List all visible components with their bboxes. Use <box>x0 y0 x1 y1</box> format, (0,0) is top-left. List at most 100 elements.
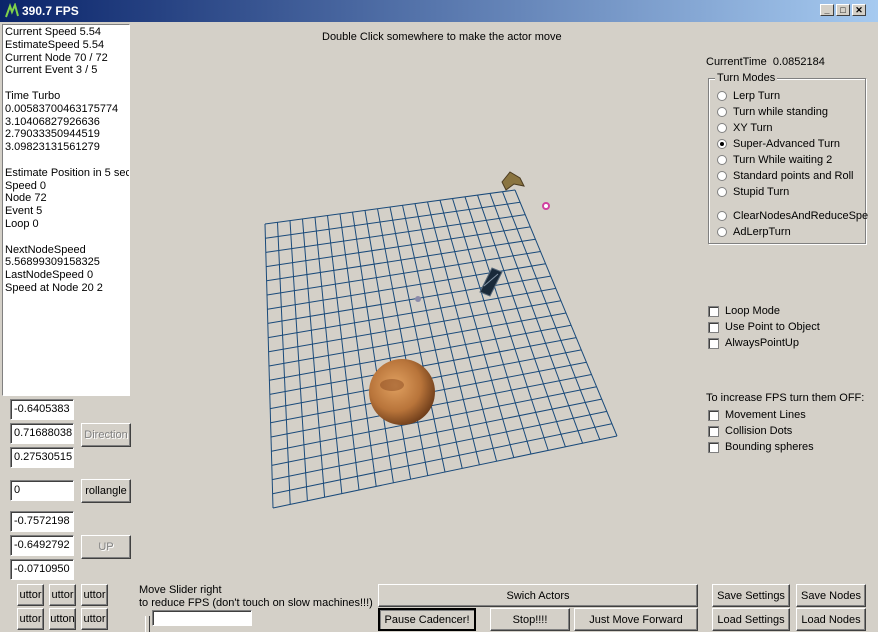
up-button[interactable]: UP <box>81 535 131 559</box>
info-line: 2.79033350944519 <box>5 128 100 141</box>
info-line: Current Speed 5.54 <box>5 26 102 38</box>
direction-x-input[interactable]: -0.6405383 <box>10 399 74 420</box>
grid-line <box>272 423 613 495</box>
info-line <box>5 77 127 90</box>
turn-mode-label: Lerp Turn <box>733 90 781 102</box>
checkbox-icon[interactable] <box>708 321 719 333</box>
radio-dot-icon[interactable] <box>717 107 727 117</box>
option-checkbox[interactable]: Use Point to Object <box>708 320 820 334</box>
checkbox-icon[interactable] <box>708 425 719 437</box>
save-settings-button[interactable]: Save Settings <box>712 584 790 607</box>
small-button-4[interactable]: uttor <box>17 608 44 630</box>
info-line: 3.09823131561279 <box>5 141 100 154</box>
viewport-hint: Double Click somewhere to make the actor… <box>322 31 562 43</box>
fps-option-label: Movement Lines <box>725 409 806 421</box>
radio-dot-icon[interactable] <box>717 123 727 133</box>
slider-hint-line2: to reduce FPS (don't touch on slow machi… <box>139 597 373 609</box>
info-line <box>5 154 127 167</box>
checkbox-icon[interactable] <box>708 337 719 349</box>
up-x-input[interactable]: -0.7572198 <box>10 511 74 532</box>
fps-option-checkbox[interactable]: Collision Dots <box>708 424 792 438</box>
planet-spot <box>380 379 404 391</box>
direction-button[interactable]: Direction <box>81 423 131 447</box>
load-nodes-button[interactable]: Load Nodes <box>796 608 866 631</box>
direction-z-input[interactable]: 0.27530515 <box>10 447 74 468</box>
fps-option-checkbox[interactable]: Bounding spheres <box>708 440 814 454</box>
small-button-3[interactable]: uttor <box>81 584 108 606</box>
slider-hint-line1: Move Slider right <box>139 584 222 596</box>
app-icon <box>5 3 19 18</box>
info-panel: Current Speed 5.54 EstimateSpeed 5.54 Curr… <box>2 24 130 396</box>
turn-mode-radio[interactable]: AdLerpTurn <box>717 225 791 239</box>
turn-modes-group: Turn Modes Lerp Turn Turn while standing X… <box>708 72 868 244</box>
option-label: AlwaysPointUp <box>725 337 799 349</box>
radio-dot-icon[interactable] <box>717 155 727 165</box>
close-button[interactable]: ✕ <box>852 4 866 16</box>
radio-dot-icon[interactable] <box>717 227 727 237</box>
current-time-label: CurrentTime <box>706 56 767 68</box>
checkbox-icon[interactable] <box>708 441 719 453</box>
info-line: Loop 0 <box>5 217 39 230</box>
turn-mode-radio[interactable]: Turn while standing <box>717 105 828 119</box>
small-button-1[interactable]: uttor <box>17 584 44 606</box>
radio-dot-icon[interactable] <box>717 139 727 149</box>
radio-dot-icon[interactable] <box>717 91 727 101</box>
turn-mode-radio[interactable]: Lerp Turn <box>717 89 780 103</box>
turn-mode-label: Standard points and Roll <box>733 170 854 182</box>
turn-mode-radio[interactable]: XY Turn <box>717 121 773 135</box>
rollangle-button[interactable]: rollangle <box>81 479 131 503</box>
just-move-forward-button[interactable]: Just Move Forward <box>574 608 698 631</box>
stop-button[interactable]: Stop!!!! <box>490 608 570 631</box>
slider-thumb[interactable] <box>145 616 150 632</box>
turn-mode-radio[interactable]: Turn While waiting 2 <box>717 153 832 167</box>
info-line: 5.56899309158325 <box>5 256 100 269</box>
option-checkbox[interactable]: Loop Mode <box>708 304 780 318</box>
option-checkbox[interactable]: AlwaysPointUp <box>708 336 799 350</box>
info-line: Speed at Node 20 2 <box>5 281 103 294</box>
small-button-5[interactable]: utton <box>49 608 76 630</box>
option-label: Use Point to Object <box>725 321 820 333</box>
3d-viewport[interactable] <box>136 48 702 582</box>
small-button-6[interactable]: uttor <box>81 608 108 630</box>
info-line: 0.00583700463175774 <box>5 102 119 115</box>
current-time-value: 0.0852184 <box>772 56 825 68</box>
current-time: CurrentTime 0.0852184 <box>706 56 825 68</box>
roll-angle-input[interactable]: 0 <box>10 480 74 501</box>
checkbox-icon[interactable] <box>708 409 719 421</box>
option-label: Loop Mode <box>725 305 781 317</box>
target-object <box>501 171 525 191</box>
info-line: 3.10406827926636 <box>5 115 100 128</box>
grid-line <box>477 194 566 447</box>
radio-dot-icon[interactable] <box>717 187 727 197</box>
turn-mode-label: Turn While waiting 2 <box>733 154 833 166</box>
turn-mode-radio[interactable]: Super-Advanced Turn <box>717 137 840 151</box>
turn-mode-label: XY Turn <box>733 122 773 134</box>
pause-cadencer-button[interactable]: Pause Cadencer! <box>378 608 476 631</box>
up-z-input[interactable]: -0.0710950 <box>10 559 74 580</box>
node-marker <box>542 202 550 210</box>
radio-dot-icon[interactable] <box>717 171 727 181</box>
turn-mode-radio[interactable]: Standard points and Roll <box>717 169 853 183</box>
info-line: Speed 0 <box>5 179 46 192</box>
fps-hint: To increase FPS turn them OFF: <box>706 392 865 404</box>
checkbox-icon[interactable] <box>708 305 719 317</box>
window-title: 390.7 FPS <box>22 4 79 18</box>
direction-y-input[interactable]: 0.71688038 <box>10 423 74 444</box>
up-y-input[interactable]: -0.6492792 <box>10 535 74 556</box>
info-line <box>5 231 127 244</box>
load-settings-button[interactable]: Load Settings <box>712 608 790 631</box>
fps-slider[interactable] <box>152 610 252 626</box>
switch-actors-button[interactable]: Swich Actors <box>378 584 698 607</box>
scene-svg <box>264 171 618 509</box>
planet-sphere <box>369 359 435 425</box>
minimize-button[interactable]: _ <box>820 4 834 16</box>
small-button-2[interactable]: uttor <box>49 584 76 606</box>
info-line: NextNodeSpeed <box>5 243 86 256</box>
title-bar: 390.7 FPS _ □ ✕ <box>0 0 878 22</box>
fps-option-checkbox[interactable]: Movement Lines <box>708 408 806 422</box>
save-nodes-button[interactable]: Save Nodes <box>796 584 866 607</box>
radio-dot-icon[interactable] <box>717 211 727 221</box>
maximize-button[interactable]: □ <box>836 4 850 16</box>
turn-mode-radio[interactable]: Stupid Turn <box>717 185 789 199</box>
turn-mode-radio[interactable]: ClearNodesAndReduceSpe <box>717 209 868 223</box>
